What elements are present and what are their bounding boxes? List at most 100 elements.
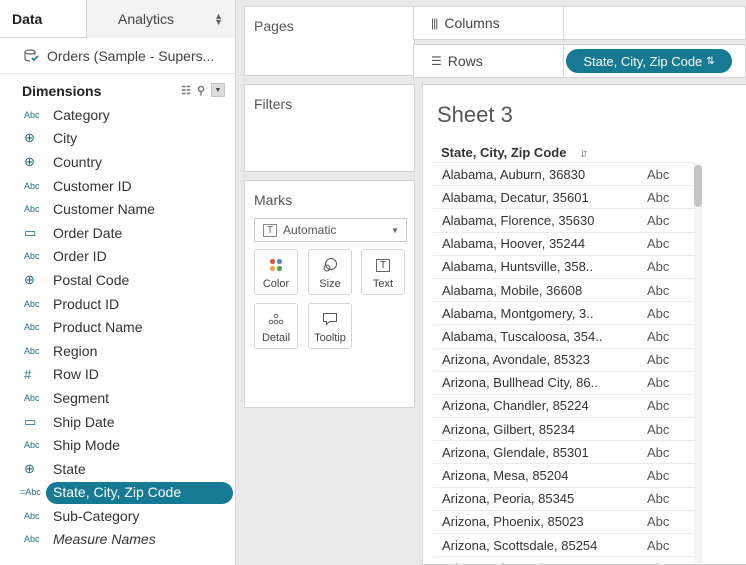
row-header-cell[interactable]: Arizona, Sierra Vista, 856..	[433, 561, 647, 564]
table-row[interactable]: Arizona, Bullhead City, 86.. Abc	[433, 370, 695, 394]
row-header-cell[interactable]: Arizona, Glendale, 85301	[433, 445, 647, 460]
detail-label: Detail	[261, 332, 291, 344]
table-row[interactable]: Alabama, Huntsville, 358.. Abc	[433, 254, 695, 278]
datasource-item[interactable]: Orders (Sample - Supers...	[0, 38, 235, 74]
row-header-cell[interactable]: Arizona, Avondale, 85323	[433, 352, 647, 367]
table-row[interactable]: Arizona, Scottsdale, 85254 Abc	[433, 533, 695, 556]
table-row[interactable]: Arizona, Avondale, 85323 Abc	[433, 347, 695, 371]
text-type-icon: T	[263, 223, 277, 237]
table-row[interactable]: Alabama, Mobile, 36608 Abc	[433, 277, 695, 301]
dimension-field[interactable]: Abc Customer ID	[0, 174, 236, 198]
sheet-title[interactable]: Sheet 3	[437, 102, 513, 128]
table-row[interactable]: Alabama, Tuscaloosa, 354.. Abc	[433, 324, 695, 347]
color-icon	[269, 256, 283, 274]
table-row[interactable]: Arizona, Sierra Vista, 856..Abc	[433, 556, 695, 564]
vertical-scrollbar[interactable]	[694, 163, 702, 563]
string-type-icon: Abc	[24, 298, 40, 309]
dimensions-tools: ☷ ⚲ ▼	[181, 83, 225, 97]
globe-icon: ⊕	[24, 460, 35, 476]
pages-shelf[interactable]: Pages	[244, 6, 415, 76]
table-row[interactable]: Arizona, Glendale, 85301 Abc	[433, 440, 695, 463]
row-header-cell[interactable]: Arizona, Gilbert, 85234	[433, 422, 647, 437]
dimension-field[interactable]: Abc Measure Names	[0, 528, 236, 552]
dimension-field-label: Customer Name	[53, 201, 155, 218]
column-header[interactable]: State, City, Zip Code ⇵	[441, 145, 588, 160]
scrollbar-thumb[interactable]	[694, 165, 702, 207]
size-icon	[322, 256, 338, 274]
row-header-cell[interactable]: Arizona, Bullhead City, 86..	[433, 375, 647, 390]
pages-title: Pages	[254, 18, 294, 34]
table-row[interactable]: Alabama, Montgomery, 3.. Abc	[433, 301, 695, 324]
table-row[interactable]: Arizona, Gilbert, 85234 Abc	[433, 417, 695, 440]
dimension-field-label: Product ID	[53, 295, 120, 312]
dimension-field[interactable]: Abc Segment	[0, 386, 236, 410]
size-button[interactable]: Size	[308, 249, 352, 295]
row-header-cell[interactable]: Arizona, Scottsdale, 85254	[433, 538, 647, 553]
table-row[interactable]: Alabama, Florence, 35630 Abc	[433, 208, 695, 231]
row-header-cell[interactable]: Alabama, Huntsville, 358..	[433, 259, 647, 274]
string-type-icon: Abc	[24, 510, 40, 521]
row-header-cell[interactable]: Arizona, Peoria, 85345	[433, 491, 647, 506]
mark-type-select[interactable]: T Automatic ▼	[254, 218, 407, 242]
row-header-cell[interactable]: Alabama, Montgomery, 3..	[433, 306, 647, 321]
detail-button[interactable]: Detail	[254, 303, 298, 349]
row-header-cell[interactable]: Alabama, Hoover, 35244	[433, 236, 647, 251]
row-header-cell[interactable]: Alabama, Florence, 35630	[433, 213, 647, 228]
dimension-field[interactable]: Abc Order ID	[0, 245, 236, 269]
dimension-field[interactable]: ▭ Order Date	[0, 221, 236, 245]
number-type-icon: #	[24, 366, 32, 382]
columns-shelf[interactable]: ||| Columns	[413, 6, 746, 40]
dimension-field[interactable]: Abc Region	[0, 339, 236, 363]
row-header-cell[interactable]: Arizona, Chandler, 85224	[433, 398, 647, 413]
dimension-field[interactable]: ⊕ State	[0, 457, 236, 481]
table-row[interactable]: Arizona, Phoenix, 85023 Abc	[433, 509, 695, 533]
dimension-field[interactable]: Abc Product Name	[0, 315, 236, 339]
table-row[interactable]: Arizona, Mesa, 85204 Abc	[433, 463, 695, 486]
rows-field-pill[interactable]: State, City, Zip Code ⇅	[566, 49, 732, 73]
dimension-field[interactable]: Abc Category	[0, 103, 236, 127]
row-header-cell[interactable]: Arizona, Phoenix, 85023	[433, 514, 647, 529]
dimension-field[interactable]: Abc Product ID	[0, 292, 236, 316]
tab-analytics[interactable]: Analytics ▲ ▼	[86, 0, 235, 38]
color-button[interactable]: Color	[254, 249, 298, 295]
sort-ascending-icon[interactable]: ⇅	[706, 56, 714, 67]
dimension-field[interactable]: # Row ID	[0, 363, 236, 387]
row-header-cell[interactable]: Arizona, Mesa, 85204	[433, 468, 647, 483]
database-icon	[24, 48, 39, 62]
dimension-field[interactable]: ⊕ City	[0, 127, 236, 151]
rows-shelf[interactable]: ☰ Rows State, City, Zip Code ⇅	[413, 44, 746, 78]
list-view-icon[interactable]: ☷	[181, 84, 191, 97]
row-header-cell[interactable]: Alabama, Mobile, 36608	[433, 283, 647, 298]
dimension-field[interactable]: ⊕ Country	[0, 150, 236, 174]
dimension-field[interactable]: Abc Sub-Category	[0, 504, 236, 528]
dimension-field-label: State	[53, 460, 86, 477]
dropdown-button[interactable]: ▼	[211, 83, 225, 97]
table-row[interactable]: Alabama, Hoover, 35244 Abc	[433, 231, 695, 255]
dimension-field[interactable]: =Abc State, City, Zip Code	[0, 481, 236, 505]
search-icon[interactable]: ⚲	[197, 84, 205, 97]
string-type-icon: Abc	[24, 345, 40, 356]
table-row[interactable]: Alabama, Auburn, 36830 Abc	[433, 162, 695, 185]
row-header-cell[interactable]: Alabama, Auburn, 36830	[433, 167, 647, 182]
tooltip-button[interactable]: Tooltip	[308, 303, 352, 349]
globe-icon: ⊕	[24, 153, 35, 169]
table-row[interactable]: Arizona, Chandler, 85224 Abc	[433, 393, 695, 417]
sort-icon[interactable]: ⇵	[580, 149, 588, 159]
text-button[interactable]: T Text	[361, 249, 405, 295]
dimension-field[interactable]: ▭ Ship Date	[0, 410, 236, 434]
globe-icon: ⊕	[24, 130, 35, 146]
dimension-field-label: Country	[53, 153, 103, 170]
dimension-field[interactable]: ⊕ Postal Code	[0, 268, 236, 292]
table-row[interactable]: Arizona, Peoria, 85345 Abc	[433, 486, 695, 510]
dimension-field[interactable]: Abc Ship Mode	[0, 433, 236, 457]
dimension-field[interactable]: Abc Customer Name	[0, 197, 236, 221]
tab-analytics-label: Analytics	[118, 11, 175, 27]
filters-shelf[interactable]: Filters	[244, 84, 415, 172]
value-cell: Abc	[647, 305, 670, 321]
tab-data[interactable]: Data	[0, 0, 86, 38]
table-row[interactable]: Alabama, Decatur, 35601 Abc	[433, 185, 695, 208]
string-type-icon: Abc	[24, 440, 40, 451]
columns-icon: |||	[431, 16, 438, 30]
row-header-cell[interactable]: Alabama, Decatur, 35601	[433, 190, 647, 205]
row-header-cell[interactable]: Alabama, Tuscaloosa, 354..	[433, 329, 647, 344]
